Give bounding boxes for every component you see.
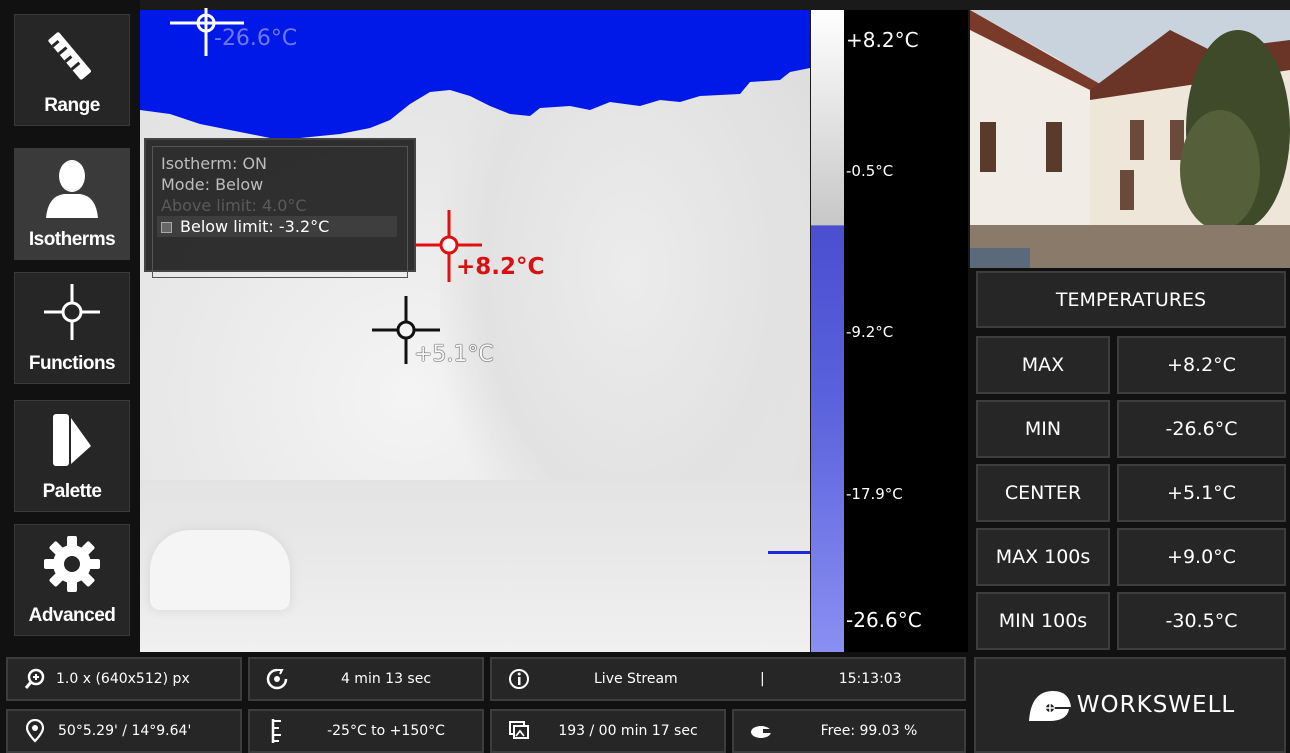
- stream-mode-text: Live Stream: [594, 671, 678, 687]
- range-status: -25°C to +150°C: [248, 709, 484, 753]
- storage-status: Free: 99.03 %: [732, 709, 966, 753]
- zoom-in-icon: [22, 666, 48, 692]
- images-text: 193 / 00 min 17 sec: [558, 723, 698, 739]
- range-scale-icon: [264, 718, 290, 744]
- temp-row-max-name: MAX: [976, 336, 1110, 394]
- sidebar-item-functions[interactable]: Functions: [14, 272, 130, 384]
- sidebar-item-label: Palette: [42, 481, 102, 502]
- temp-row-min100-value: -30.5°C: [1117, 592, 1286, 650]
- stream-separator: |: [760, 671, 765, 687]
- location-pin-icon: [22, 718, 48, 744]
- temperatures-title: TEMPERATURES: [976, 271, 1286, 328]
- temp-row-min100-name: MIN 100s: [976, 592, 1110, 650]
- scale-tick-label: -0.5°C: [846, 162, 894, 180]
- thermal-image[interactable]: [140, 10, 810, 652]
- isotherm-above-limit[interactable]: Above limit: 4.0°C: [161, 195, 399, 216]
- ruler-icon: [37, 19, 107, 89]
- info-icon: [506, 666, 532, 692]
- storage-card-icon: [748, 718, 774, 744]
- temp-row-max100-value: +9.0°C: [1117, 528, 1286, 586]
- storage-text: Free: 99.03 %: [820, 723, 918, 739]
- isotherm-below-limit: Below limit: -3.2°C: [180, 217, 330, 236]
- zoom-status[interactable]: 1.0 x (640x512) px: [6, 657, 242, 701]
- timer-icon: [264, 666, 290, 692]
- isotherm-menu: Isotherm: ON Mode: Below Above limit: 4.…: [144, 138, 416, 278]
- temp-row-max-value: +8.2°C: [1117, 336, 1286, 394]
- gear-icon: [37, 529, 107, 599]
- thermal-car: [150, 530, 290, 610]
- sidebar-item-range[interactable]: Range: [14, 14, 130, 126]
- scale-min-label: -26.6°C: [846, 608, 922, 632]
- temp-row-center-name: CENTER: [976, 464, 1110, 522]
- person-icon: [37, 153, 107, 223]
- sidebar-item-isotherms[interactable]: Isotherms: [14, 148, 130, 260]
- max-marker-label: +8.2°C: [456, 254, 545, 280]
- isotherm-below-limit-row[interactable]: Below limit: -3.2°C: [157, 216, 397, 237]
- sidebar-item-label: Range: [44, 95, 100, 116]
- clock-text: 15:13:03: [838, 671, 902, 687]
- palette-icon: [37, 405, 107, 475]
- selection-indicator-icon: [161, 222, 172, 233]
- isotherm-status[interactable]: Isotherm: ON: [161, 153, 399, 174]
- scale-tick-label: -9.2°C: [846, 323, 894, 341]
- visible-camera-image: [970, 10, 1290, 268]
- temp-row-min-name: MIN: [976, 400, 1110, 458]
- color-scale-bar: [811, 10, 844, 652]
- isotherm-menu-body: Isotherm: ON Mode: Below Above limit: 4.…: [152, 146, 408, 278]
- stream-status: Live Stream | 15:13:03: [490, 657, 966, 701]
- brand-name: WORKSWELL: [1076, 692, 1236, 718]
- sidebar-item-label: Advanced: [28, 605, 116, 626]
- sidebar-item-label: Functions: [28, 353, 116, 374]
- center-marker-label: +5.1°C: [414, 342, 494, 367]
- sidebar-item-advanced[interactable]: Advanced: [14, 524, 130, 636]
- isotherm-fragment: [768, 551, 810, 554]
- sidebar-item-label: Isotherms: [28, 229, 116, 250]
- scale-max-label: +8.2°C: [846, 28, 919, 52]
- zoom-text: 1.0 x (640x512) px: [56, 671, 190, 687]
- scale-tick-label: -17.9°C: [846, 485, 903, 503]
- sidebar-item-palette[interactable]: Palette: [14, 400, 130, 512]
- range-text: -25°C to +150°C: [327, 723, 445, 739]
- timer-text: 4 min 13 sec: [340, 671, 432, 687]
- timer-status: 4 min 13 sec: [248, 657, 484, 701]
- crosshair-icon: [37, 277, 107, 347]
- temp-row-min-value: -26.6°C: [1117, 400, 1286, 458]
- brand-box: WORKSWELL: [974, 657, 1286, 753]
- gallery-icon: [506, 718, 532, 744]
- temp-row-center-value: +5.1°C: [1117, 464, 1286, 522]
- temp-row-max100-name: MAX 100s: [976, 528, 1110, 586]
- gps-text: 50°5.29' / 14°9.64': [58, 723, 192, 739]
- isotherm-mode[interactable]: Mode: Below: [161, 174, 399, 195]
- min-marker-label: -26.6°C: [214, 26, 298, 51]
- gps-status: 50°5.29' / 14°9.64': [6, 709, 242, 753]
- workswell-logo-icon: [1028, 691, 1071, 721]
- images-status: 193 / 00 min 17 sec: [490, 709, 726, 753]
